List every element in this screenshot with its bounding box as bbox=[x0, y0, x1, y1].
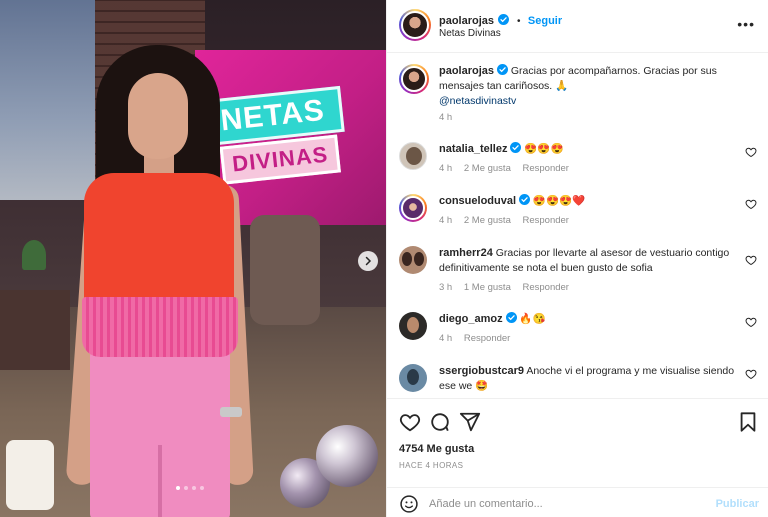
comment-avatar[interactable] bbox=[399, 364, 427, 392]
comment-time[interactable]: 4 h bbox=[439, 215, 452, 226]
save-bookmark-icon[interactable] bbox=[737, 411, 759, 433]
heart-icon[interactable] bbox=[745, 368, 757, 380]
heart-icon[interactable] bbox=[745, 254, 757, 266]
caption-time[interactable]: 4 h bbox=[439, 112, 452, 123]
comment-likes[interactable]: 2 Me gusta bbox=[464, 215, 511, 226]
comment-item: ssergiobustcar9 Anoche vi el programa y … bbox=[399, 364, 759, 398]
header-subtitle[interactable]: Netas Divinas bbox=[439, 28, 501, 39]
disco-ball-large bbox=[316, 425, 378, 487]
comment-item: diego_amoz 🔥😘 4 h Responder bbox=[399, 312, 759, 352]
woman-figure bbox=[60, 45, 260, 517]
comment-username[interactable]: ramherr24 bbox=[439, 247, 493, 259]
carousel-dot bbox=[192, 486, 196, 490]
chair bbox=[250, 215, 320, 325]
comment-username[interactable]: diego_amoz bbox=[439, 313, 503, 325]
comment-text: 😍😍😍 bbox=[524, 143, 564, 155]
next-slide-button[interactable] bbox=[358, 251, 378, 271]
verified-badge-icon bbox=[496, 64, 508, 75]
comment-likes[interactable]: 2 Me gusta bbox=[464, 163, 511, 174]
more-options-icon[interactable]: ••• bbox=[737, 16, 755, 32]
comment-username[interactable]: ssergiobustcar9 bbox=[439, 365, 524, 377]
share-send-icon[interactable] bbox=[459, 411, 481, 433]
verified-badge-icon bbox=[518, 194, 530, 205]
comment-username[interactable]: consueloduval bbox=[439, 195, 516, 207]
reply-button[interactable]: Responder bbox=[523, 215, 569, 226]
add-comment-row: Publicar bbox=[387, 487, 768, 517]
comment-username[interactable]: natalia_tellez bbox=[439, 143, 507, 155]
carousel-dot bbox=[200, 486, 204, 490]
comments-list[interactable]: paolarojas Gracias por acompañarnos. Gra… bbox=[387, 54, 768, 398]
lamp bbox=[6, 440, 54, 510]
instagram-post-modal: NETAS DIVINAS paolarojas • Seguir Netas … bbox=[0, 0, 768, 517]
comment-avatar[interactable] bbox=[399, 142, 427, 170]
verified-badge-icon bbox=[498, 14, 510, 25]
carousel-dot bbox=[184, 486, 188, 490]
comment-avatar[interactable] bbox=[399, 194, 427, 222]
header-separator: • bbox=[516, 16, 521, 27]
post-side-panel: paolarojas • Seguir Netas Divinas ••• pa… bbox=[386, 0, 768, 517]
caption-avatar[interactable] bbox=[399, 64, 429, 94]
reply-button[interactable]: Responder bbox=[523, 282, 569, 293]
reply-button[interactable]: Responder bbox=[523, 163, 569, 174]
chevron-right-icon bbox=[365, 256, 372, 266]
comment-text: 😍😍😍❤️ bbox=[532, 195, 586, 207]
comment-avatar[interactable] bbox=[399, 312, 427, 340]
caption-username[interactable]: paolarojas bbox=[439, 65, 494, 77]
post-actions: 4754 Me gusta HACE 4 HORAS Publicar bbox=[387, 398, 768, 517]
follow-button[interactable]: Seguir bbox=[528, 15, 562, 27]
avatar[interactable] bbox=[399, 9, 431, 41]
post-header: paolarojas • Seguir Netas Divinas ••• bbox=[387, 0, 768, 53]
verified-badge-icon bbox=[505, 312, 517, 323]
heart-icon[interactable] bbox=[745, 316, 757, 328]
add-comment-input[interactable] bbox=[429, 494, 699, 514]
plant bbox=[22, 240, 46, 270]
comment-item: consueloduval 😍😍😍❤️ 4 h 2 Me gusta Respo… bbox=[399, 194, 759, 234]
emoji-icon[interactable] bbox=[399, 494, 419, 514]
heart-icon[interactable] bbox=[745, 198, 757, 210]
comment-time[interactable]: 4 h bbox=[439, 163, 452, 174]
comment-text: 🔥😘 bbox=[519, 313, 546, 325]
comment-likes[interactable]: 1 Me gusta bbox=[464, 282, 511, 293]
like-heart-icon[interactable] bbox=[399, 411, 421, 433]
comment-item: ramherr24 Gracias por llevarte al asesor… bbox=[399, 246, 759, 302]
reply-button[interactable]: Responder bbox=[464, 333, 510, 344]
header-username[interactable]: paolarojas bbox=[439, 15, 494, 27]
post-photo[interactable]: NETAS DIVINAS bbox=[0, 0, 386, 517]
comment-time[interactable]: 4 h bbox=[439, 333, 452, 344]
comment-time[interactable]: 3 h bbox=[439, 282, 452, 293]
comment-avatar[interactable] bbox=[399, 246, 427, 274]
carousel-dot bbox=[176, 486, 180, 490]
heart-icon[interactable] bbox=[745, 146, 757, 158]
verified-badge-icon bbox=[510, 142, 522, 153]
comment-item: natalia_tellez 😍😍😍 4 h 2 Me gusta Respon… bbox=[399, 142, 759, 182]
post-time-ago[interactable]: HACE 4 HORAS bbox=[399, 461, 463, 470]
caption: paolarojas Gracias por acompañarnos. Gra… bbox=[399, 64, 759, 124]
comment-bubble-icon[interactable] bbox=[429, 411, 451, 433]
like-count[interactable]: 4754 Me gusta bbox=[399, 443, 474, 455]
carousel-indicator bbox=[176, 486, 204, 490]
caption-mention[interactable]: @netasdivinastv bbox=[439, 95, 516, 107]
post-comment-button[interactable]: Publicar bbox=[716, 498, 759, 510]
